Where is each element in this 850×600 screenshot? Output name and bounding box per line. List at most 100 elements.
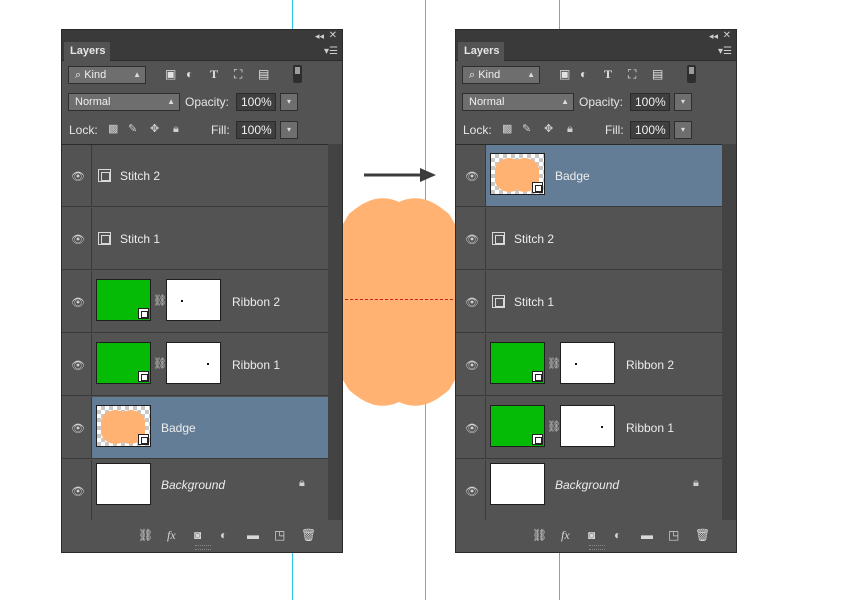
lock-brush-icon[interactable]: ✎ [128,122,137,136]
fx-icon[interactable]: fx [561,528,570,542]
link-chain-icon[interactable]: ⛓ [153,295,167,307]
pixel-filter-icon[interactable]: ▣ [165,67,176,81]
mask-thumbnail[interactable] [166,279,221,321]
layer-thumbnail[interactable] [490,342,545,384]
link-chain-icon[interactable]: ⛓ [153,358,167,370]
new-group-icon[interactable]: ▬ [641,528,653,542]
layer-row[interactable]: 👁︎ Stitch 1 [456,271,722,333]
lock-transparent-icon[interactable]: ▩ [502,122,512,136]
visibility-toggle[interactable]: 👁︎ [456,460,486,521]
layer-thumbnail[interactable] [96,405,151,447]
lock-move-icon[interactable]: ✥ [544,122,553,136]
lock-all-icon[interactable]: 🔒︎ [567,122,573,136]
new-layer-icon[interactable]: ◳ [274,528,285,542]
filter-toggle[interactable] [687,65,696,83]
link-layers-icon[interactable]: ⛓ [138,528,153,542]
blend-mode-select[interactable]: Normal ▲ [462,93,574,111]
link-layers-icon[interactable]: ⛓ [532,528,547,542]
layer-row-selected[interactable]: 👁︎ Badge [456,145,722,207]
layer-row[interactable]: 👁︎ Stitch 2 [456,208,722,270]
close-icon[interactable]: ✕ [329,30,337,42]
adjustment-filter-icon[interactable]: ◐ [580,67,587,81]
layer-row[interactable]: 👁︎ Background 🔒︎ [456,460,722,522]
add-mask-icon[interactable]: ◙ [194,528,201,542]
trash-icon[interactable]: 🗑︎ [695,528,710,542]
lock-transparent-icon[interactable]: ▩ [108,122,118,136]
panel-menu-icon[interactable]: ▾☰ [718,46,732,57]
fill-dropdown[interactable]: ▾ [674,121,692,139]
collapse-icon[interactable]: ◂◂ [315,30,324,42]
filter-toggle[interactable] [293,65,302,83]
new-group-icon[interactable]: ▬ [247,528,259,542]
new-layer-icon[interactable]: ◳ [668,528,679,542]
layer-thumbnail[interactable] [490,153,545,195]
layer-thumbnail[interactable] [96,342,151,384]
adjustment-filter-icon[interactable]: ◐ [186,67,193,81]
link-chain-icon[interactable]: ⛓ [547,358,561,370]
adjustment-layer-icon[interactable]: ◐ [614,528,621,542]
layer-thumbnail[interactable] [96,279,151,321]
visibility-toggle[interactable]: 👁︎ [62,271,92,332]
add-mask-icon[interactable]: ◙ [588,528,595,542]
visibility-toggle[interactable]: 👁︎ [62,397,92,458]
visibility-toggle[interactable]: 👁︎ [456,271,486,332]
scrollbar[interactable] [722,144,736,522]
close-icon[interactable]: ✕ [723,30,731,42]
layer-row[interactable]: 👁︎ Stitch 1 [62,208,328,270]
mask-thumbnail[interactable] [166,342,221,384]
tab-layers[interactable]: Layers [458,42,504,61]
visibility-toggle[interactable]: 👁︎ [62,208,92,269]
layer-thumbnail[interactable] [96,463,151,505]
layer-row[interactable]: 👁︎ ⛓ Ribbon 1 [456,397,722,459]
fill-dropdown[interactable]: ▾ [280,121,298,139]
adjustment-layer-icon[interactable]: ◐ [220,528,227,542]
eye-icon: 👁︎ [71,170,85,183]
filter-kind-select[interactable]: ⌕ Kind ▲ [462,66,540,84]
shape-filter-icon[interactable]: ⛶ [628,67,636,81]
layer-row[interactable]: 👁︎ Background 🔒︎ [62,460,328,522]
panel-menu-icon[interactable]: ▾☰ [324,46,338,57]
layer-row[interactable]: 👁︎ Stitch 2 [62,145,328,207]
visibility-toggle[interactable]: 👁︎ [456,208,486,269]
visibility-toggle[interactable]: 👁︎ [456,334,486,395]
layer-thumbnail[interactable] [490,405,545,447]
type-filter-icon[interactable]: T [210,67,218,81]
link-chain-icon[interactable]: ⛓ [547,421,561,433]
resize-grip[interactable] [589,545,605,550]
trash-icon[interactable]: 🗑︎ [301,528,316,542]
panel-footer: ⛓ fx ◙ ◐ ▬ ◳ 🗑︎ [62,520,342,552]
scrollbar[interactable] [328,144,342,522]
layer-row[interactable]: 👁︎ ⛓ Ribbon 2 [62,271,328,333]
blend-mode-select[interactable]: Normal ▲ [68,93,180,111]
filter-kind-select[interactable]: ⌕ Kind ▲ [68,66,146,84]
opacity-dropdown[interactable]: ▾ [280,93,298,111]
layer-row-selected[interactable]: 👁︎ Badge [62,397,328,459]
layer-thumbnail[interactable] [490,463,545,505]
layer-row[interactable]: 👁︎ ⛓ Ribbon 2 [456,334,722,396]
visibility-toggle[interactable]: 👁︎ [456,397,486,458]
lock-brush-icon[interactable]: ✎ [522,122,531,136]
smart-object-filter-icon[interactable]: ▤ [258,67,269,81]
visibility-toggle[interactable]: 👁︎ [62,460,92,521]
type-filter-icon[interactable]: T [604,67,612,81]
fill-input[interactable]: 100% [630,121,670,139]
pixel-filter-icon[interactable]: ▣ [559,67,570,81]
visibility-toggle[interactable]: 👁︎ [62,145,92,206]
resize-grip[interactable] [195,545,211,550]
mask-thumbnail[interactable] [560,342,615,384]
fx-icon[interactable]: fx [167,528,176,542]
shape-filter-icon[interactable]: ⛶ [234,67,242,81]
lock-all-icon[interactable]: 🔒︎ [173,122,179,136]
opacity-input[interactable]: 100% [236,93,276,111]
visibility-toggle[interactable]: 👁︎ [62,334,92,395]
mask-thumbnail[interactable] [560,405,615,447]
collapse-icon[interactable]: ◂◂ [709,30,718,42]
opacity-input[interactable]: 100% [630,93,670,111]
opacity-dropdown[interactable]: ▾ [674,93,692,111]
tab-layers[interactable]: Layers [64,42,110,61]
visibility-toggle[interactable]: 👁︎ [456,145,486,206]
smart-object-filter-icon[interactable]: ▤ [652,67,663,81]
layer-row[interactable]: 👁︎ ⛓ Ribbon 1 [62,334,328,396]
fill-input[interactable]: 100% [236,121,276,139]
lock-move-icon[interactable]: ✥ [150,122,159,136]
